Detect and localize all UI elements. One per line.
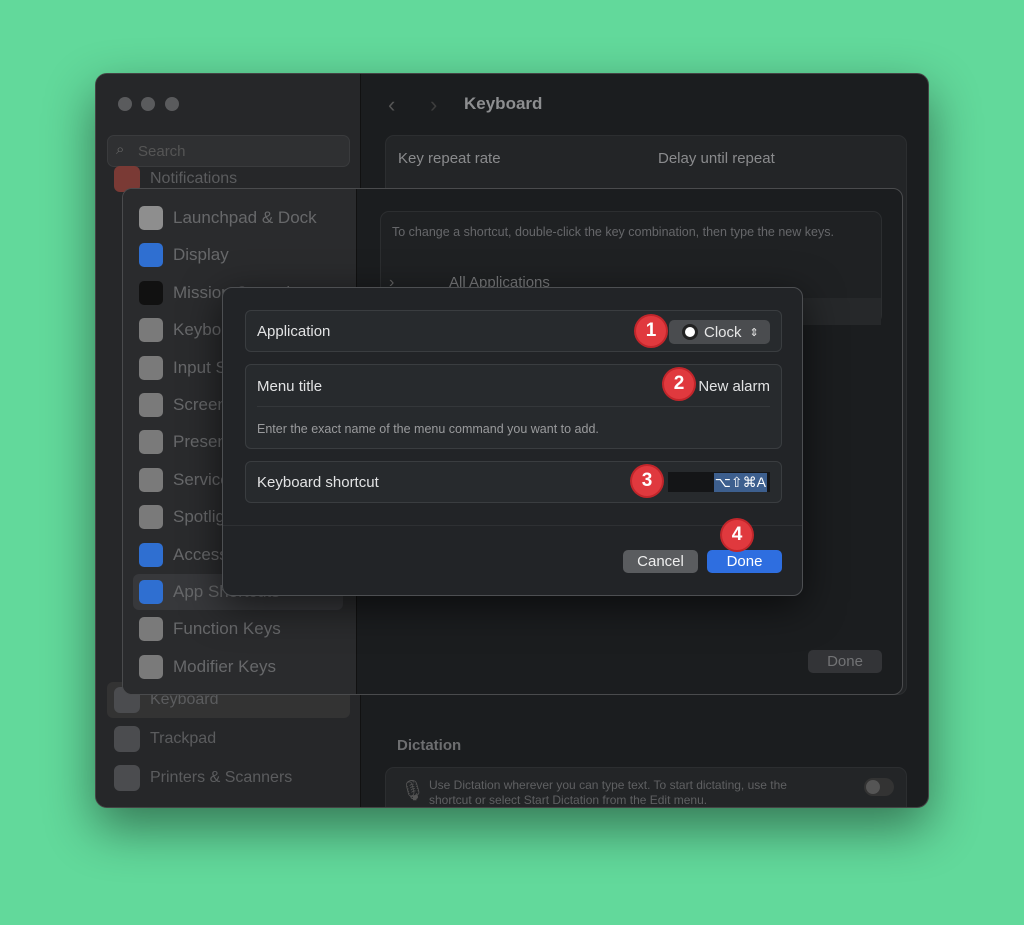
settings-icon [139, 243, 163, 268]
sidebar-item-printers[interactable]: Printers & Scanners [114, 763, 292, 793]
settings-icon [139, 206, 163, 230]
cancel-button[interactable]: Cancel [623, 550, 698, 573]
annotation-badge: 2 [664, 369, 694, 399]
search-input[interactable]: ⌕ Search [107, 135, 350, 167]
settings-icon [139, 505, 163, 530]
sheet-sidebar-item[interactable]: Modifier Keys [139, 652, 276, 682]
dictation-heading: Dictation [397, 737, 462, 754]
menu-title-hint: Enter the exact name of the menu command… [257, 422, 599, 436]
shortcut-label: Keyboard shortcut [257, 474, 379, 491]
settings-icon [139, 617, 163, 642]
shortcut-row: Keyboard shortcut ⌥⇧⌘A [245, 461, 782, 503]
sidebar-item-trackpad[interactable]: Trackpad [114, 724, 216, 754]
clock-icon [682, 324, 698, 340]
menu-title-row: Menu title New alarm Enter the exact nam… [245, 364, 782, 449]
add-shortcut-dialog: Application Clock ⇕ Menu title New alarm… [222, 287, 803, 596]
page-title: Keyboard [464, 94, 543, 113]
settings-icon [139, 467, 163, 492]
annotation-badge: 3 [632, 466, 662, 496]
done-button[interactable]: Done [707, 550, 782, 573]
key-repeat-label: Key repeat rate [398, 150, 501, 167]
divider [223, 525, 802, 526]
delay-label: Delay until repeat [658, 150, 775, 167]
application-select[interactable]: Clock ⇕ [669, 320, 770, 344]
close-button[interactable] [118, 97, 132, 111]
menu-title-label: Menu title [257, 378, 323, 395]
sheet-done-button[interactable]: Done [808, 650, 882, 673]
annotation-badge: 1 [636, 316, 666, 346]
settings-icon [139, 580, 163, 604]
search-icon: ⌕ [116, 141, 125, 158]
chevron-updown-icon: ⇕ [749, 326, 759, 339]
sheet-sidebar-item[interactable]: Display [139, 240, 229, 270]
divider [257, 406, 770, 407]
forward-button[interactable]: › [430, 92, 437, 118]
shortcut-hint: To change a shortcut, double-click the k… [392, 225, 834, 239]
settings-icon [139, 393, 163, 417]
settings-icon [139, 355, 163, 380]
settings-icon [139, 542, 163, 567]
annotation-badge: 4 [722, 520, 752, 550]
application-label: Application [257, 323, 331, 340]
settings-icon [139, 280, 163, 305]
menu-title-input[interactable]: New alarm [698, 378, 770, 395]
dictation-text: Use Dictation wherever you can type text… [429, 778, 787, 807]
application-row: Application Clock ⇕ [245, 310, 782, 352]
shortcut-recorder[interactable]: ⌥⇧⌘A [668, 472, 770, 492]
trackpad-icon [114, 726, 140, 752]
dictation-toggle[interactable] [864, 778, 894, 796]
settings-icon [139, 654, 163, 679]
sheet-sidebar-item[interactable]: Launchpad & Dock [139, 203, 317, 233]
printer-icon [114, 765, 140, 791]
settings-icon [139, 430, 163, 455]
sheet-sidebar-item[interactable]: Function Keys [139, 614, 281, 644]
settings-icon [139, 318, 163, 343]
back-button[interactable]: ‹ [388, 92, 395, 118]
microphone-icon: 🎙 [400, 780, 426, 802]
dictation-card: 🎙 Use Dictation wherever you can type te… [385, 767, 907, 807]
minimize-button[interactable] [141, 97, 155, 111]
zoom-button[interactable] [165, 97, 179, 111]
